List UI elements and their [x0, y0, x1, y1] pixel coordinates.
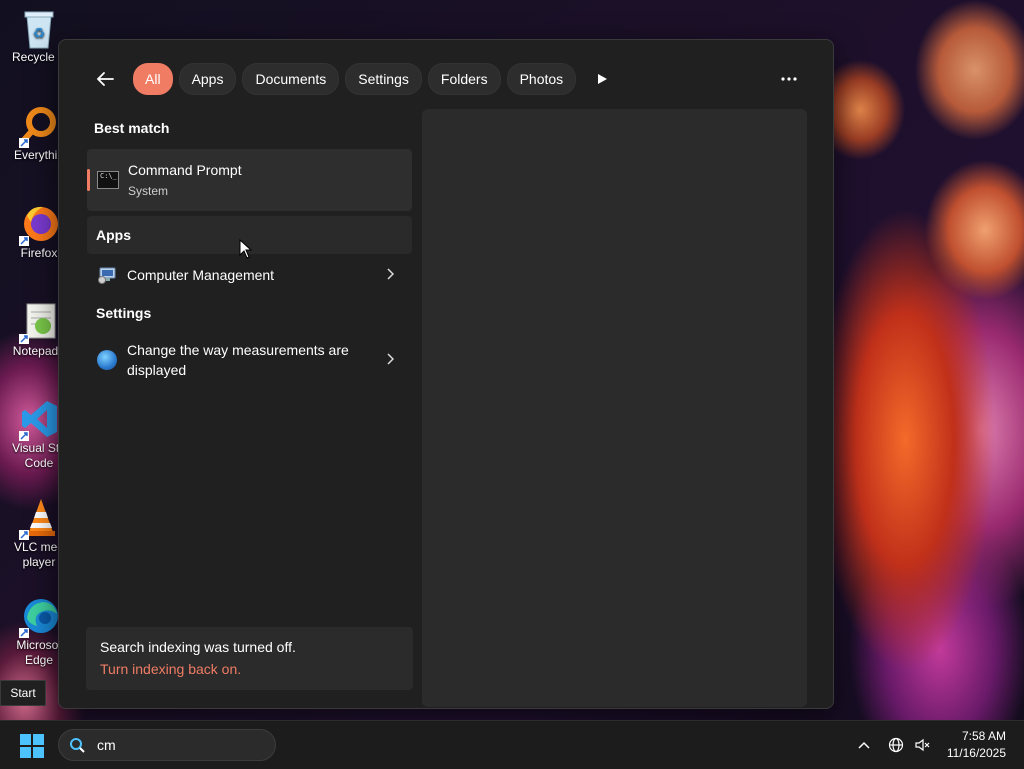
filter-chip-photos[interactable]: Photos	[506, 63, 577, 95]
filter-bar: All Apps Documents Settings Folders Phot…	[89, 63, 616, 95]
best-match-header: Best match	[94, 120, 170, 136]
filter-chip-documents[interactable]: Documents	[242, 63, 340, 95]
arrow-left-icon	[96, 72, 114, 86]
filter-chip-apps[interactable]: Apps	[178, 63, 237, 95]
system-tray: 7:58 AM 11/16/2025	[851, 721, 1024, 769]
result-title: Command Prompt	[128, 162, 242, 178]
filter-chip-settings[interactable]: Settings	[345, 63, 422, 95]
result-title: Computer Management	[127, 267, 275, 283]
region-settings-icon	[97, 350, 117, 370]
start-button[interactable]	[20, 734, 44, 758]
result-subtitle: System	[128, 184, 169, 198]
windows-logo-icon	[20, 734, 31, 745]
back-button[interactable]	[89, 63, 121, 95]
firefox-icon	[19, 202, 59, 246]
everything-search-icon	[19, 104, 59, 148]
result-change-measurements[interactable]: Change the way measurements are displaye…	[87, 330, 412, 390]
settings-section-header: Settings	[96, 305, 152, 321]
selection-indicator	[87, 169, 90, 191]
clock-time: 7:58 AM	[961, 729, 1006, 743]
clock[interactable]: 7:58 AM 11/16/2025	[935, 728, 1024, 762]
start-tooltip: Start	[0, 680, 46, 706]
vlc-icon	[19, 496, 59, 540]
result-computer-management[interactable]: Computer Management	[87, 254, 412, 296]
ellipsis-icon	[781, 77, 797, 81]
more-filters-button[interactable]	[588, 64, 616, 94]
command-prompt-icon: C:\_	[97, 171, 119, 189]
more-options-button[interactable]	[775, 66, 803, 92]
notepad-plus-plus-icon	[19, 300, 59, 344]
vscode-icon	[19, 397, 59, 441]
edge-icon	[19, 594, 59, 638]
network-globe-icon[interactable]	[883, 732, 909, 758]
preview-pane	[422, 109, 807, 707]
chevron-right-icon[interactable]	[386, 267, 395, 283]
turn-indexing-on-link[interactable]: Turn indexing back on.	[100, 661, 241, 677]
volume-muted-icon[interactable]	[909, 732, 935, 758]
indexing-message: Search indexing was turned off.	[100, 639, 296, 655]
recycle-bin-icon: ♻	[19, 6, 59, 49]
computer-management-icon	[97, 266, 117, 284]
taskbar-search-box[interactable]	[58, 729, 276, 761]
svg-text:♻: ♻	[33, 26, 46, 42]
play-icon	[598, 74, 608, 84]
search-input[interactable]	[95, 736, 259, 754]
clock-date: 11/16/2025	[946, 746, 1006, 760]
result-title: Change the way measurements are displaye…	[127, 342, 349, 378]
chevron-up-icon[interactable]	[851, 732, 877, 758]
chevron-right-icon[interactable]	[386, 352, 395, 368]
result-command-prompt[interactable]: C:\_ Command Prompt System	[87, 149, 412, 211]
filter-chip-folders[interactable]: Folders	[427, 63, 501, 95]
indexing-notice: Search indexing was turned off. Turn ind…	[86, 627, 413, 690]
filter-chip-all[interactable]: All	[133, 63, 173, 95]
search-panel: All Apps Documents Settings Folders Phot…	[58, 39, 834, 709]
search-icon	[69, 737, 85, 753]
taskbar: 7:58 AM 11/16/2025	[0, 720, 1024, 769]
